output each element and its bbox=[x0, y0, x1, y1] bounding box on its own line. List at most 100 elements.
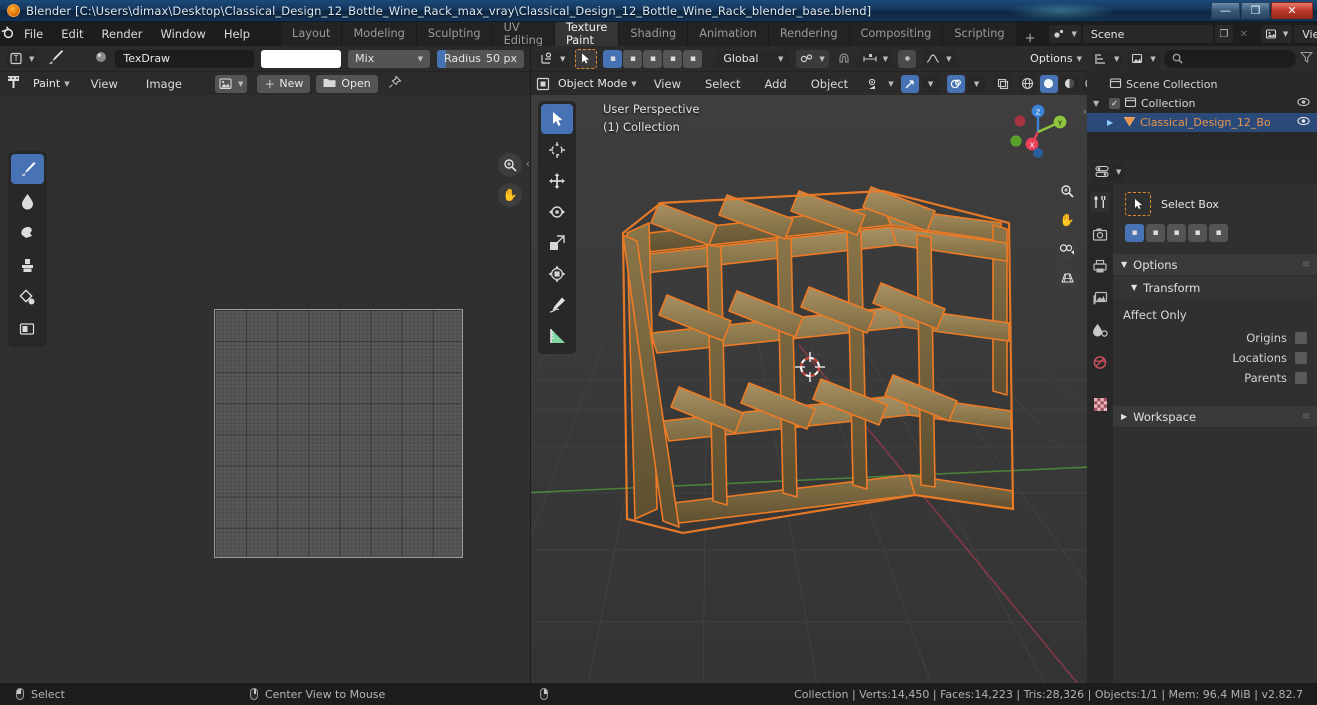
expander-icon[interactable]: ▶ bbox=[1107, 118, 1119, 127]
brush-name-field[interactable]: TexDraw bbox=[115, 49, 254, 68]
properties-tab-tool[interactable] bbox=[1090, 192, 1110, 212]
affect-parents-checkbox[interactable] bbox=[1295, 372, 1307, 384]
transform-orientation-dropdown[interactable]: Global ▼ bbox=[716, 49, 791, 68]
tool-rotate[interactable] bbox=[541, 197, 573, 227]
overlays-icon[interactable] bbox=[946, 74, 965, 93]
workspace-tab-sculpting[interactable]: Sculpting bbox=[416, 22, 493, 46]
interaction-mode-dropdown[interactable]: Object Mode ▼ bbox=[556, 75, 639, 93]
object-visibility-icon[interactable]: ▼ bbox=[863, 75, 897, 93]
properties-tab-scene[interactable] bbox=[1090, 320, 1110, 340]
camera-icon[interactable] bbox=[1055, 237, 1079, 261]
new-image-button[interactable]: ＋ New bbox=[257, 74, 311, 93]
image-editor-collapse-icon[interactable]: ‹ bbox=[526, 157, 530, 170]
tool-cursor[interactable] bbox=[541, 135, 573, 165]
hand-icon[interactable]: ✋ bbox=[498, 183, 522, 207]
properties-tab-texture[interactable] bbox=[1090, 394, 1110, 414]
affect-origins-checkbox[interactable] bbox=[1295, 332, 1307, 344]
tool-soften[interactable] bbox=[11, 186, 44, 216]
proportional-editing-icon[interactable] bbox=[898, 49, 917, 68]
properties-tab-output[interactable] bbox=[1090, 256, 1110, 276]
outliner-row-collection[interactable]: ▼ ✓ Collection bbox=[1087, 94, 1317, 113]
tool-select-box[interactable] bbox=[541, 104, 573, 134]
workspace-tab-animation[interactable]: Animation bbox=[688, 22, 769, 46]
view-layer-datablock-icon[interactable]: ▼ bbox=[1260, 25, 1293, 43]
scene-datablock-icon[interactable]: ▼ bbox=[1049, 25, 1081, 43]
gizmo-dropdown-icon[interactable]: ▼ bbox=[921, 74, 940, 93]
view-layer-name-field[interactable]: View Layer bbox=[1294, 25, 1317, 43]
blender-logo-icon[interactable] bbox=[0, 25, 15, 44]
falloff-curve-icon[interactable]: ▼ bbox=[922, 49, 956, 68]
image-datablock-icon[interactable]: ▼ bbox=[214, 74, 248, 93]
workspace-tab-scripting[interactable]: Scripting bbox=[943, 22, 1017, 46]
select-box-icon[interactable] bbox=[575, 48, 598, 69]
menu-edit[interactable]: Edit bbox=[52, 25, 92, 43]
shading-solid-icon[interactable] bbox=[1039, 74, 1058, 93]
brush-radius-slider[interactable]: Radius 50 px bbox=[437, 49, 524, 68]
viewport-menu-view[interactable]: View bbox=[645, 75, 690, 93]
shading-wireframe-icon[interactable] bbox=[1018, 74, 1037, 93]
visibility-eye-icon[interactable] bbox=[1297, 97, 1310, 110]
image-editor-menu-image[interactable]: Image bbox=[137, 75, 191, 93]
snap-to-increment-icon[interactable]: ▼ bbox=[858, 49, 893, 68]
open-image-button[interactable]: Open bbox=[316, 74, 378, 93]
tool-move[interactable] bbox=[541, 166, 573, 196]
workspace-tab-uv-editing[interactable]: UV Editing bbox=[492, 21, 555, 47]
close-button[interactable]: ✕ bbox=[1271, 2, 1313, 19]
tool-fill[interactable] bbox=[11, 282, 44, 312]
select-subtract-icon[interactable]: ▪ bbox=[1167, 224, 1186, 242]
blend-mode-dropdown[interactable]: Mix ▼ bbox=[348, 49, 431, 68]
outliner-filter-icon[interactable] bbox=[1299, 51, 1314, 66]
paint-mode-dropdown[interactable]: Paint ▼ bbox=[31, 75, 72, 93]
properties-editor-type-icon[interactable]: ▼ bbox=[1091, 162, 1126, 181]
select-intersect-icon[interactable]: ▪ bbox=[1209, 224, 1228, 242]
zoom-icon[interactable] bbox=[498, 153, 522, 177]
viewport-3d-canvas[interactable]: User Perspective (1) Collection Z Y X ✋ bbox=[531, 95, 1087, 683]
section-workspace[interactable]: ▶ Workspace ≡ bbox=[1113, 406, 1317, 427]
affect-parents-row[interactable]: Parents bbox=[1113, 368, 1317, 388]
outliner-row-object[interactable]: ▶ Classical_Design_12_Bo bbox=[1087, 113, 1317, 132]
select-subtract-icon[interactable]: ▪ bbox=[643, 49, 663, 68]
gizmo-icon[interactable] bbox=[900, 74, 919, 93]
unlink-scene-button[interactable]: ✕ bbox=[1235, 25, 1253, 43]
menu-help[interactable]: Help bbox=[215, 25, 259, 43]
select-set-icon[interactable]: ▪ bbox=[1125, 224, 1144, 242]
pivot-point-icon[interactable]: ▼ bbox=[796, 49, 829, 68]
properties-tab-view-layer[interactable] bbox=[1090, 288, 1110, 308]
select-invert-icon[interactable]: ▪ bbox=[663, 49, 683, 68]
drag-grip-icon[interactable]: ≡ bbox=[1302, 259, 1310, 270]
scene-name-field[interactable]: Scene bbox=[1082, 25, 1213, 43]
brush-preview-icon[interactable] bbox=[94, 50, 108, 67]
select-invert-icon[interactable]: ▪ bbox=[1188, 224, 1207, 242]
brush-color-swatch[interactable] bbox=[260, 49, 342, 68]
minimize-button[interactable]: — bbox=[1211, 2, 1240, 19]
menu-window[interactable]: Window bbox=[151, 25, 214, 43]
navigation-gizmo[interactable]: Z Y X bbox=[1005, 99, 1071, 165]
xray-icon[interactable] bbox=[993, 74, 1012, 93]
affect-origins-row[interactable]: Origins bbox=[1113, 328, 1317, 348]
affect-locations-row[interactable]: Locations bbox=[1113, 348, 1317, 368]
outliner-display-mode-icon[interactable]: ▼ bbox=[1127, 49, 1160, 68]
viewport-menu-select[interactable]: Select bbox=[696, 75, 749, 93]
collection-checkbox[interactable]: ✓ bbox=[1109, 98, 1120, 109]
select-extend-icon[interactable]: ▪ bbox=[623, 49, 643, 68]
tool-transform[interactable] bbox=[541, 259, 573, 289]
section-transform[interactable]: ▼ Transform bbox=[1113, 277, 1317, 298]
object-mode-icon[interactable] bbox=[536, 75, 550, 93]
viewport-menu-add[interactable]: Add bbox=[755, 75, 795, 93]
transform-pivot-icon[interactable]: ▼ bbox=[536, 49, 570, 68]
workspace-tab-layout[interactable]: Layout bbox=[281, 22, 343, 46]
pin-icon[interactable] bbox=[388, 74, 402, 93]
maximize-button[interactable]: ❐ bbox=[1241, 2, 1270, 19]
shading-material-preview-icon[interactable] bbox=[1060, 74, 1079, 93]
select-intersect-icon[interactable]: ▪ bbox=[683, 49, 703, 68]
outliner-editor-type-icon[interactable]: ▼ bbox=[1091, 49, 1124, 68]
new-scene-button[interactable]: ❐ bbox=[1214, 25, 1233, 43]
tool-draw[interactable] bbox=[11, 154, 44, 184]
brush-tool-icon[interactable] bbox=[45, 48, 65, 70]
image-canvas-grid[interactable] bbox=[214, 309, 463, 558]
workspace-tab-shading[interactable]: Shading bbox=[619, 22, 689, 46]
viewport-options-dropdown[interactable]: Options ▼ bbox=[1023, 50, 1082, 68]
workspace-tab-compositing[interactable]: Compositing bbox=[849, 22, 944, 46]
overlays-dropdown-icon[interactable]: ▼ bbox=[967, 74, 986, 93]
tool-clone[interactable] bbox=[11, 250, 44, 280]
